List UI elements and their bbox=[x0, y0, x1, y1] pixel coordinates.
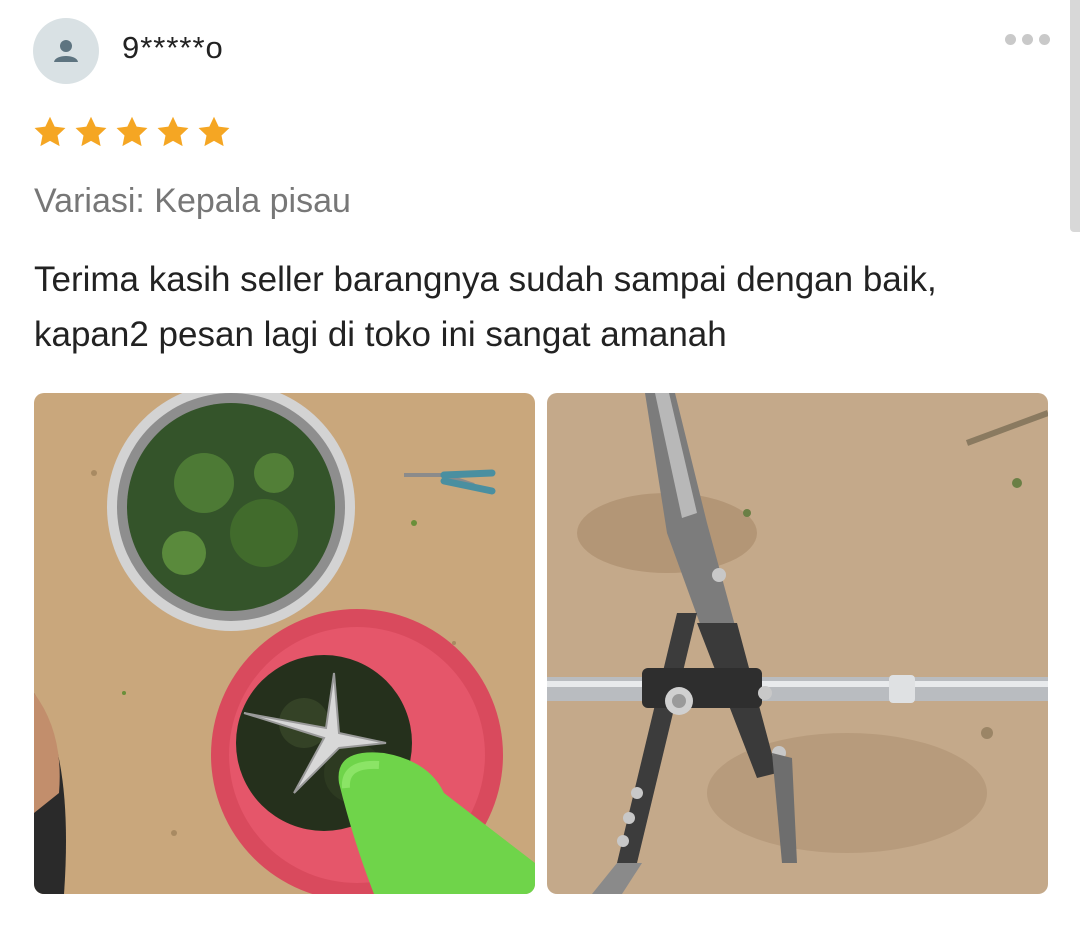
variant-label: Variasi: Kepala pisau bbox=[34, 182, 351, 220]
star-icon bbox=[34, 116, 66, 147]
star-rating bbox=[32, 114, 232, 150]
star-icon bbox=[157, 116, 189, 147]
more-horizontal-icon[interactable] bbox=[1005, 34, 1050, 45]
username[interactable]: 9*****o bbox=[122, 30, 224, 66]
review-photo-2[interactable] bbox=[547, 393, 1048, 894]
user-avatar[interactable] bbox=[33, 18, 99, 84]
review-photo-1[interactable] bbox=[34, 393, 535, 894]
person-icon bbox=[54, 40, 78, 62]
review-text: Terima kasih seller barangnya sudah samp… bbox=[34, 260, 937, 354]
star-icon bbox=[75, 116, 107, 147]
scrollbar[interactable] bbox=[1070, 0, 1080, 232]
star-icon bbox=[198, 116, 230, 147]
star-icon bbox=[116, 116, 148, 147]
